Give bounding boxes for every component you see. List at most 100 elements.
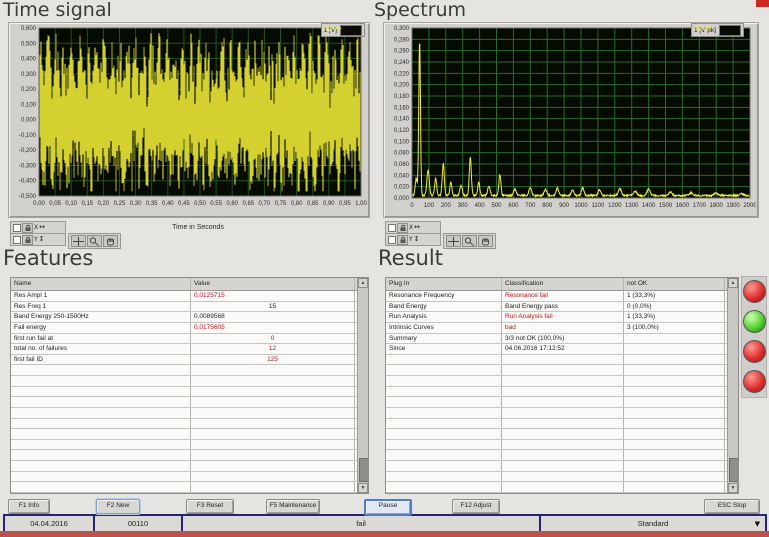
table-cell[interactable]	[502, 386, 624, 397]
table-row[interactable]	[11, 429, 368, 440]
table-cell[interactable]: 3 (100,0%)	[624, 322, 725, 333]
autoscale-icon[interactable]: ↔	[39, 224, 45, 231]
table-cell[interactable]	[624, 397, 725, 407]
table-cell[interactable]	[386, 482, 502, 492]
table-row[interactable]	[386, 461, 738, 472]
table-cell[interactable]	[386, 386, 502, 397]
table-row[interactable]: Band Energy 250-1500Hz 0,0089568	[11, 312, 368, 323]
table-row[interactable]: Res Freq 1 15	[11, 301, 368, 313]
table-cell[interactable]: total no. of failures	[11, 344, 191, 354]
table-cell[interactable]: first run fail at	[11, 333, 191, 344]
table-row[interactable]: total no. of failures 12	[11, 344, 368, 355]
table-cell[interactable]: 15	[191, 301, 355, 312]
table-row[interactable]	[11, 471, 368, 483]
table-cell[interactable]	[386, 407, 502, 418]
table-cell[interactable]	[191, 439, 355, 450]
table-cell[interactable]: 3/3 not OK (100,0%)	[502, 333, 624, 344]
table-row[interactable]: first run fail at 0	[11, 333, 368, 345]
spectrum-graph[interactable]: 0 100 200 300 400 500 600 700 800 900 1000 1100 1200…	[383, 22, 759, 218]
spectrum-plot-area[interactable]: 0 100 200 300 400 500 600 700 800 900 1000 1100 1200…	[384, 23, 756, 215]
table-cell[interactable]	[502, 471, 624, 482]
table-cell[interactable]: 0,0089568	[191, 312, 355, 322]
table-cell[interactable]	[386, 365, 502, 375]
column-header-classification[interactable]: Classification	[502, 278, 624, 290]
table-row[interactable]	[386, 386, 738, 398]
table-cell[interactable]: bad	[502, 322, 624, 333]
table-cell[interactable]: first fail ID	[11, 354, 191, 365]
table-row[interactable]: Res Ampl 1 0,0125715	[11, 291, 368, 302]
table-cell[interactable]	[502, 461, 624, 471]
table-row[interactable]: Summary 3/3 not OK (100,0%)	[386, 333, 738, 345]
table-cell[interactable]	[11, 397, 191, 407]
table-cell[interactable]: 0	[191, 333, 355, 344]
table-cell[interactable]: Summary	[386, 333, 502, 344]
table-cell[interactable]: Fail energy	[11, 322, 191, 333]
table-cell[interactable]	[191, 429, 355, 439]
time-graph-palette[interactable]	[68, 233, 121, 249]
table-cell[interactable]: Intrinsic Curves	[386, 322, 502, 333]
table-cell[interactable]	[502, 482, 624, 492]
table-cell[interactable]	[386, 429, 502, 439]
pause-button[interactable]: Pause	[364, 499, 412, 516]
autoscale-icon[interactable]: ↕	[39, 236, 45, 243]
table-cell[interactable]: 1 (33,3%)	[624, 312, 725, 322]
table-row[interactable]: Intrinsic Curves bad 3 (100,0%)	[386, 322, 738, 334]
table-row[interactable]	[386, 376, 738, 387]
table-cell[interactable]	[624, 439, 725, 450]
magnifier-icon[interactable]	[462, 235, 477, 247]
table-cell[interactable]: Band Energy 250-1500Hz	[11, 312, 191, 322]
esc-stop-button[interactable]: ESC Stop	[704, 499, 760, 514]
table-row[interactable]	[11, 439, 368, 451]
table-cell[interactable]	[191, 418, 355, 429]
table-cell[interactable]	[624, 333, 725, 344]
crosshair-icon[interactable]	[446, 235, 461, 247]
scroll-up-button[interactable]: ▲	[358, 278, 368, 288]
table-row[interactable]: Resonance Frequency Resonance fail 1 (33,3…	[386, 291, 738, 302]
table-cell[interactable]	[386, 376, 502, 386]
time-signal-graph[interactable]: 0,00 0,05 0,10 0,15 0,20 0,25 0,30 0,35 0,40 0,45…	[8, 22, 370, 218]
table-cell[interactable]	[386, 450, 502, 460]
table-row[interactable]	[11, 418, 368, 430]
table-row[interactable]: Fail energy 0,0175605	[11, 322, 368, 334]
lock-icon[interactable]	[22, 222, 33, 233]
table-cell[interactable]	[502, 407, 624, 418]
window-close-fragment[interactable]	[756, 0, 769, 7]
table-row[interactable]	[386, 429, 738, 440]
time-y-scale-legend[interactable]: Y ↕	[10, 233, 66, 246]
table-cell[interactable]: 12	[191, 344, 355, 354]
table-cell[interactable]	[386, 461, 502, 471]
table-cell[interactable]	[502, 365, 624, 375]
table-cell[interactable]: Res Ampl 1	[11, 291, 191, 301]
table-cell[interactable]	[11, 429, 191, 439]
table-cell[interactable]	[502, 450, 624, 460]
table-row[interactable]: Band Energy Band Energy pass 0 (0,0%)	[386, 301, 738, 313]
hand-icon[interactable]	[478, 235, 493, 247]
time-signal-plot-legend[interactable]: 1 [V]	[320, 23, 365, 37]
column-header-not-ok[interactable]: not OK	[624, 278, 725, 290]
table-cell[interactable]	[386, 418, 502, 429]
table-row[interactable]	[386, 397, 738, 408]
table-cell[interactable]	[11, 439, 191, 450]
f12-adjust-button[interactable]: F12 Adjust	[452, 499, 500, 514]
table-row[interactable]	[386, 365, 738, 376]
table-cell[interactable]	[386, 397, 502, 407]
f3-reset-button[interactable]: F3 Reset	[186, 499, 234, 514]
table-cell[interactable]	[191, 386, 355, 397]
table-cell[interactable]	[11, 386, 191, 397]
table-cell[interactable]: Band Energy	[386, 301, 502, 312]
crosshair-icon[interactable]	[71, 235, 86, 247]
table-cell[interactable]: 1 (33,3%)	[624, 291, 725, 301]
scale-lock-checkbox[interactable]	[13, 235, 21, 244]
table-cell[interactable]	[624, 354, 725, 365]
table-cell[interactable]	[191, 365, 355, 375]
vertical-scrollbar[interactable]: ▲ ▼	[727, 278, 738, 493]
table-cell[interactable]	[624, 450, 725, 460]
table-cell[interactable]	[11, 471, 191, 482]
table-cell[interactable]	[191, 482, 355, 492]
table-cell[interactable]	[191, 450, 355, 460]
table-row[interactable]: Since 04.06.2016 17:12:52	[386, 344, 738, 355]
table-row[interactable]: Run Analysis Run Analysis fail 1 (33,3%)	[386, 312, 738, 323]
table-cell[interactable]	[386, 471, 502, 482]
time-signal-plot-area[interactable]: 0,00 0,05 0,10 0,15 0,20 0,25 0,30 0,35 0,40 0,45…	[9, 23, 367, 215]
table-row[interactable]	[386, 482, 738, 493]
